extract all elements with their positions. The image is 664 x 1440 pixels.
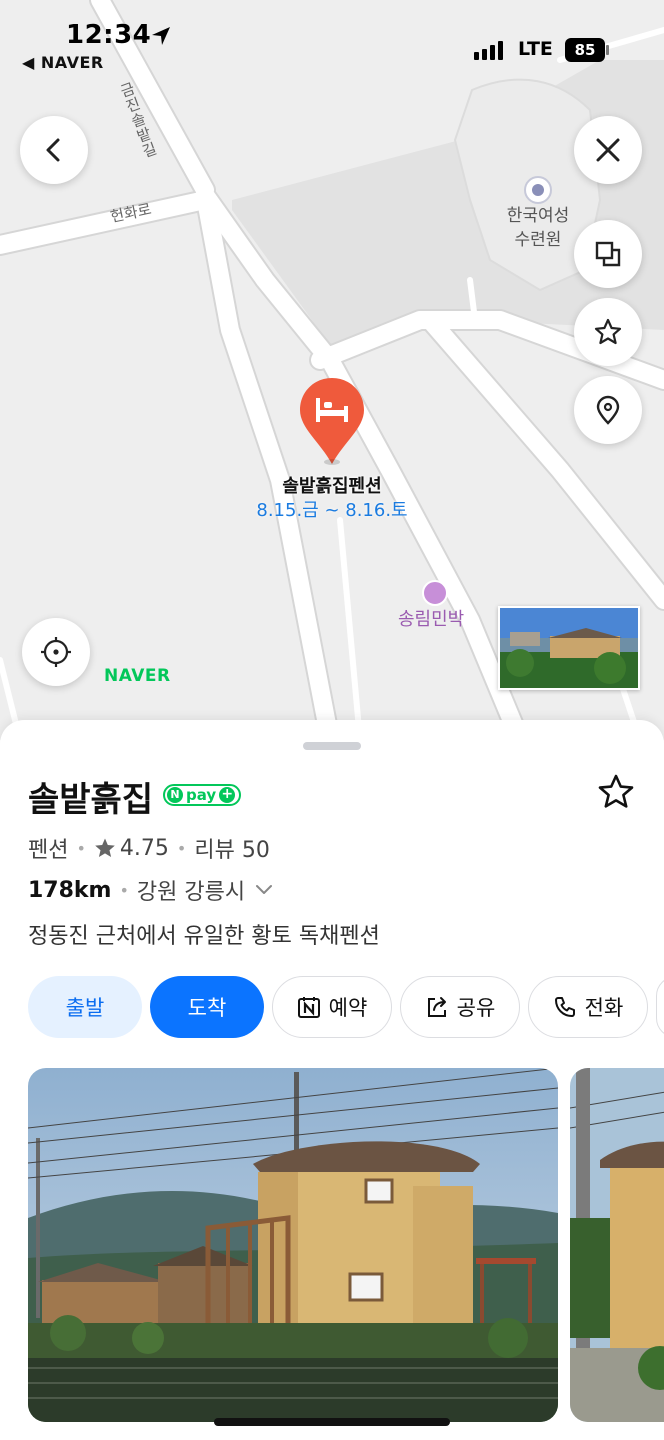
poi-marker-icon[interactable] (524, 176, 552, 204)
back-to-app-link[interactable]: ◀ NAVER (22, 53, 104, 72)
separator-dot: • (76, 838, 86, 858)
location-pin-button[interactable] (574, 376, 642, 444)
npay-label: pay (186, 786, 217, 804)
network-type: LTE (518, 38, 553, 60)
layers-button[interactable] (574, 220, 642, 288)
pin-title: 솔밭흙집펜션 (282, 476, 382, 497)
map-view[interactable]: 금진솔밭길 헌화로 한국여성 수련원 솔밭흙집펜션 8.15.금 ~ 8.16.… (0, 0, 664, 740)
save-star-button[interactable] (574, 298, 642, 366)
phone-button[interactable]: 전화 (528, 976, 648, 1038)
share-label: 공유 (456, 996, 496, 1020)
plus-icon: + (219, 787, 236, 803)
separator-dot: • (176, 838, 187, 858)
location-pin-icon (596, 395, 620, 425)
status-bar: 12:34 ◀ NAVER LTE 85 (0, 0, 664, 80)
distance-row[interactable]: 178km • 강원 강릉시 (28, 874, 273, 906)
lodging-poi-icon[interactable] (422, 580, 448, 606)
depart-button[interactable]: 출발 (28, 976, 142, 1038)
place-description: 정동진 근처에서 유일한 황토 독채펜션 (28, 924, 380, 949)
battery-icon: 85 (565, 38, 605, 62)
place-title: 솔밭흙집 (28, 780, 154, 820)
phone-icon (554, 997, 575, 1017)
rating-star-icon (95, 838, 115, 857)
arrive-button[interactable]: 도착 (150, 976, 264, 1038)
current-location-icon (41, 637, 71, 667)
home-indicator (214, 1418, 450, 1426)
distance-value: 178km (28, 877, 112, 903)
status-time: 12:34 (66, 20, 152, 50)
chevron-down-icon (256, 885, 273, 894)
rating-value: 4.75 (119, 835, 169, 861)
place-sheet: 솔밭흙집 N pay + 펜션 • 4.75 • 리뷰 50 178km • 강… (0, 720, 664, 1440)
battery-tip (606, 45, 609, 55)
reserve-button[interactable]: 예약 (272, 976, 392, 1038)
place-meta: 펜션 • 4.75 • 리뷰 50 (28, 832, 270, 864)
npay-n-icon: N (167, 787, 183, 803)
share-icon (427, 997, 446, 1017)
region-label: 강원 강릉시 (136, 880, 246, 905)
reserve-label: 예약 (328, 996, 368, 1020)
category-label: 펜션 (28, 838, 69, 863)
npay-badge: N pay + (163, 784, 242, 806)
poi-label[interactable]: 한국여성 수련원 (498, 204, 578, 252)
lodging-pin-icon[interactable] (298, 376, 366, 468)
calendar-n-icon (297, 997, 320, 1018)
place-photo[interactable] (28, 1068, 558, 1422)
close-icon (596, 138, 620, 162)
separator-dot: • (119, 880, 129, 900)
pin-dates: 8.15.금 ~ 8.16.토 (256, 500, 408, 521)
back-button[interactable] (20, 116, 88, 184)
location-arrow-icon (152, 27, 170, 45)
current-location-button[interactable] (22, 618, 90, 686)
share-button[interactable]: 공유 (400, 976, 520, 1038)
more-button-partial[interactable] (656, 976, 664, 1038)
poi-label-2[interactable]: 송림민박 (398, 605, 464, 631)
favorite-star-icon[interactable] (596, 772, 636, 812)
sheet-handle[interactable] (303, 742, 361, 750)
street-view-thumbnail[interactable] (498, 606, 640, 690)
back-icon (46, 138, 60, 162)
close-button[interactable] (574, 116, 642, 184)
review-count[interactable]: 리뷰 50 (194, 832, 269, 864)
star-icon (594, 318, 622, 345)
place-photo-2[interactable] (570, 1068, 664, 1422)
layers-icon (595, 241, 621, 267)
action-buttons: 출발 도착 예약 공유 전화 (28, 976, 664, 1038)
signal-icon (474, 40, 503, 60)
naver-logo: NAVER (104, 666, 171, 686)
phone-label: 전화 (584, 996, 624, 1020)
